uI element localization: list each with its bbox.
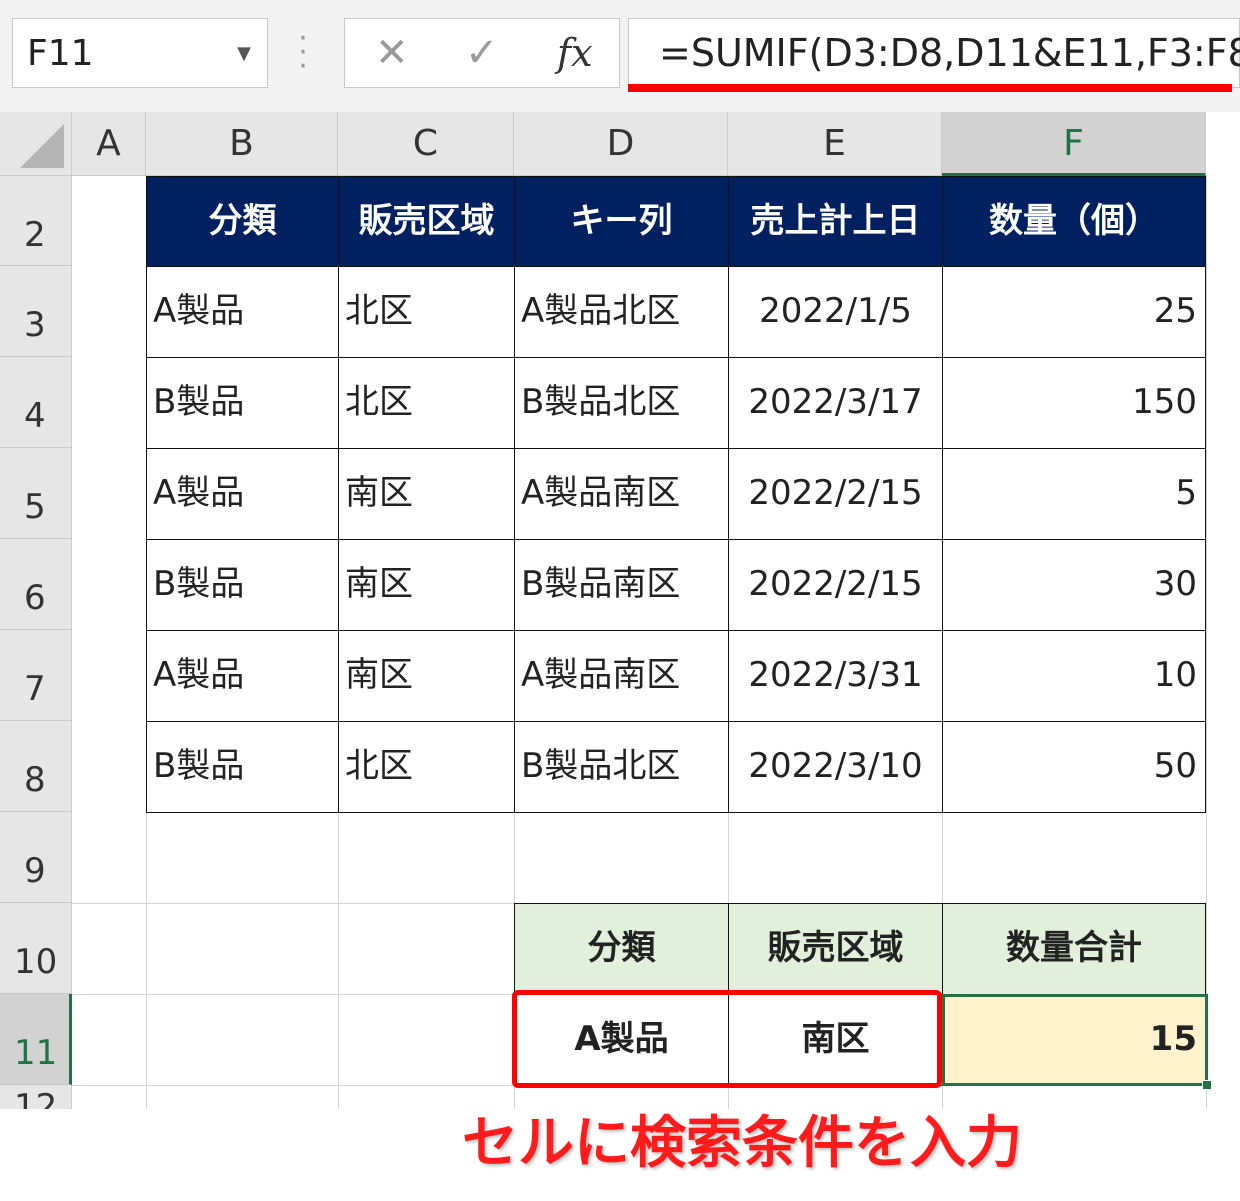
fill-handle[interactable] (1202, 1080, 1212, 1090)
column-header-d[interactable]: D (514, 112, 728, 176)
row-header-12[interactable]: 12 (0, 1085, 72, 1109)
summary-header-region[interactable]: 販売区域 (728, 903, 943, 995)
table-cell[interactable]: A製品 (146, 266, 339, 358)
row-header-9[interactable]: 9 (0, 812, 72, 903)
more-options-icon[interactable]: · · · (296, 24, 310, 82)
table-cell[interactable]: 2022/2/15 (728, 539, 943, 631)
row-header-6[interactable]: 6 (0, 539, 72, 630)
formula-buttons: ✕ ✓ fx (344, 18, 620, 88)
table-header-category[interactable]: 分類 (146, 176, 339, 267)
annotation-label: セルに検索条件を入力 (462, 1111, 1022, 1176)
table-header-region[interactable]: 販売区域 (338, 176, 515, 267)
row-header-4[interactable]: 4 (0, 357, 72, 448)
table-cell[interactable]: 25 (942, 266, 1206, 358)
table-cell[interactable]: A製品 (146, 448, 339, 540)
criteria-highlight-box (512, 990, 942, 1088)
table-cell[interactable]: B製品 (146, 357, 339, 449)
table-cell[interactable]: 30 (942, 539, 1206, 631)
table-header-quantity[interactable]: 数量（個） (942, 176, 1206, 267)
table-cell[interactable]: A製品南区 (514, 448, 729, 540)
enter-icon[interactable]: ✓ (465, 19, 499, 87)
summary-header-category[interactable]: 分類 (514, 903, 729, 995)
select-all-corner[interactable] (0, 112, 72, 176)
table-cell[interactable]: B製品 (146, 539, 339, 631)
chevron-down-icon[interactable]: ▼ (237, 19, 251, 89)
table-cell[interactable]: A製品北区 (514, 266, 729, 358)
table-header-key[interactable]: キー列 (514, 176, 729, 267)
select-all-icon (20, 124, 64, 168)
table-cell[interactable]: 北区 (338, 357, 515, 449)
row-header-7[interactable]: 7 (0, 630, 72, 721)
formula-underline-highlight (628, 84, 1232, 92)
table-cell[interactable]: 150 (942, 357, 1206, 449)
row-header-10[interactable]: 10 (0, 903, 72, 994)
active-cell-selection (942, 994, 1208, 1086)
column-header-e[interactable]: E (728, 112, 942, 176)
table-cell[interactable]: B製品南区 (514, 539, 729, 631)
summary-header-total-quantity[interactable]: 数量合計 (942, 903, 1206, 995)
column-header-c[interactable]: C (338, 112, 514, 176)
column-header-b[interactable]: B (146, 112, 338, 176)
row-header-11[interactable]: 11 (0, 994, 72, 1085)
cancel-icon[interactable]: ✕ (375, 19, 409, 87)
table-cell[interactable]: 2022/1/5 (728, 266, 943, 358)
table-cell[interactable]: 10 (942, 630, 1206, 722)
table-cell[interactable]: B製品 (146, 721, 339, 813)
table-cell[interactable]: 北区 (338, 266, 515, 358)
table-cell[interactable]: A製品南区 (514, 630, 729, 722)
gridline (1206, 176, 1207, 1109)
table-cell[interactable]: 2022/3/31 (728, 630, 943, 722)
name-box[interactable]: F11 ▼ (12, 18, 268, 88)
table-cell[interactable]: 2022/3/17 (728, 357, 943, 449)
table-cell[interactable]: 南区 (338, 539, 515, 631)
row-header-3[interactable]: 3 (0, 266, 72, 357)
table-cell[interactable]: 50 (942, 721, 1206, 813)
table-cell[interactable]: 南区 (338, 630, 515, 722)
table-cell[interactable]: B製品北区 (514, 357, 729, 449)
table-cell[interactable]: B製品北区 (514, 721, 729, 813)
insert-function-icon[interactable]: fx (557, 19, 593, 87)
table-cell[interactable]: 2022/3/10 (728, 721, 943, 813)
column-header-a[interactable]: A (72, 112, 146, 176)
row-header-2[interactable]: 2 (0, 176, 72, 266)
table-cell[interactable]: A製品 (146, 630, 339, 722)
table-cell[interactable]: 南区 (338, 448, 515, 540)
table-cell[interactable]: 5 (942, 448, 1206, 540)
name-box-value: F11 (27, 33, 94, 74)
row-header-8[interactable]: 8 (0, 721, 72, 812)
table-cell[interactable]: 北区 (338, 721, 515, 813)
row-header-5[interactable]: 5 (0, 448, 72, 539)
column-header-f[interactable]: F (942, 112, 1206, 176)
formula-input[interactable]: =SUMIF(D3:D8,D11&E11,F3:F8) (628, 18, 1240, 88)
table-header-sales-date[interactable]: 売上計上日 (728, 176, 943, 267)
table-cell[interactable]: 2022/2/15 (728, 448, 943, 540)
